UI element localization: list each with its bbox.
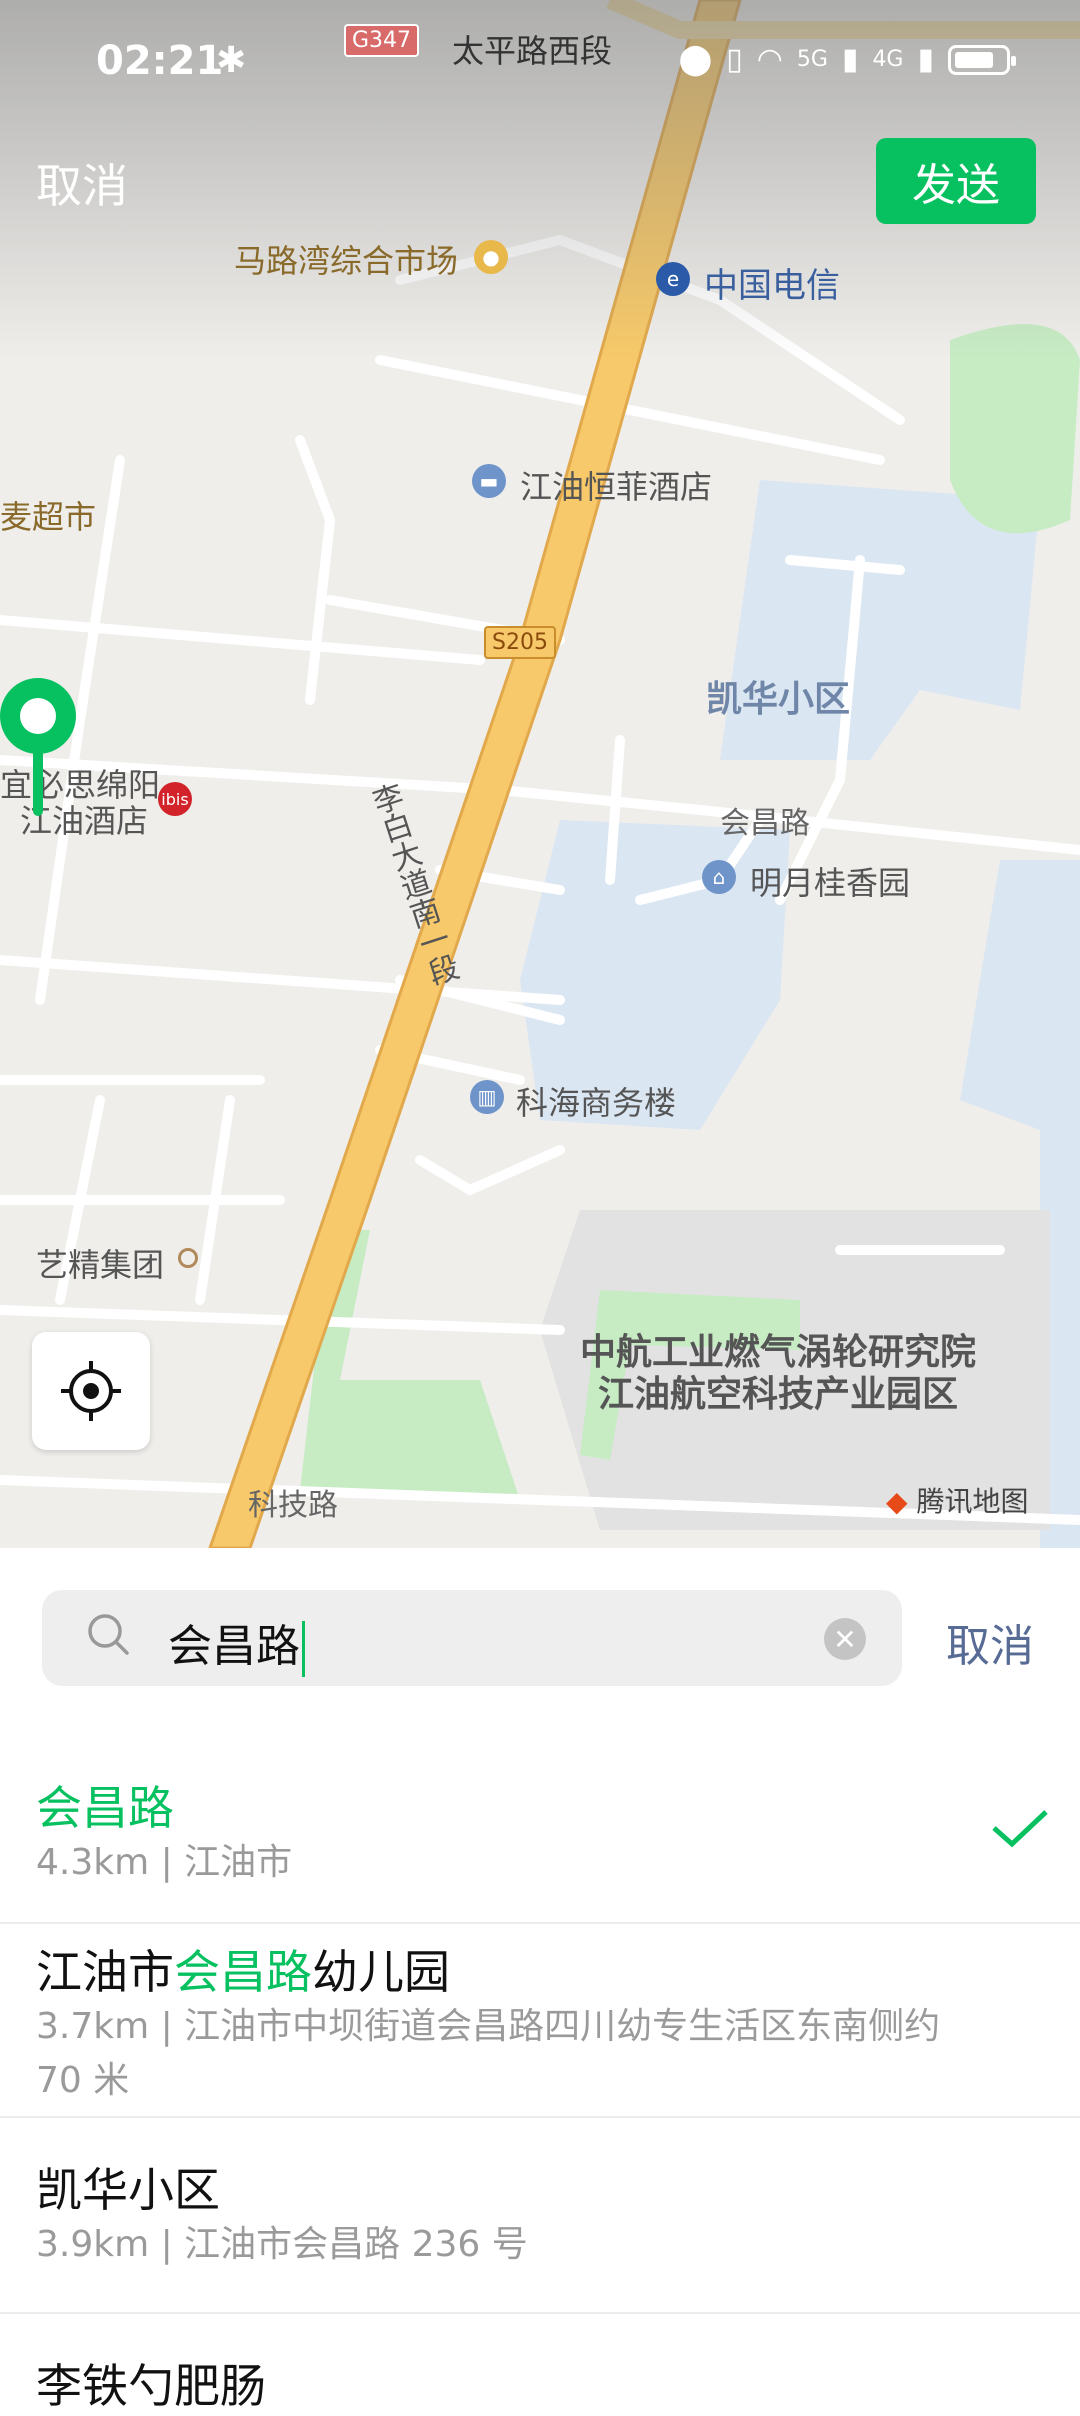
poi-avic-line2: 江油航空科技产业园区 [598, 1374, 959, 1415]
market-icon: ● [474, 240, 508, 274]
search-bar[interactable]: 会昌路 ✕ [42, 1590, 902, 1686]
poi-supermarket: 麦超市 [0, 498, 97, 536]
district-kaihua: 凯华小区 [706, 679, 851, 720]
vibrate-icon: ▯ [726, 42, 743, 77]
poi-china-telecom: 中国电信 [704, 266, 840, 306]
result-title-pre: 凯华小区 [36, 2163, 220, 2217]
result-title: 会昌路 [36, 1772, 174, 1838]
send-button[interactable]: 发送 [876, 138, 1036, 224]
road-label-keji: 科技路 [248, 1488, 338, 1523]
poi-yijing: 艺精集团 [36, 1246, 165, 1284]
road-label-huichang: 会昌路 [720, 806, 810, 841]
header-cancel-button[interactable]: 取消 [36, 150, 128, 216]
result-subtitle: 3.9km | 江油市会昌路 236 号 [36, 2224, 528, 2265]
result-subtitle: 3.7km | 江油市中坝街道会昌路四川幼专生活区东南侧约 70 米 [36, 2006, 941, 2101]
road-shield-s205: S205 [484, 626, 556, 659]
telecom-icon: e [656, 262, 690, 296]
search-input[interactable]: 会昌路 [168, 1610, 305, 1677]
status-bar: 02:21 ✱ ⬤ ▯ ◠ 5G ▮ 4G ▮ [0, 38, 1080, 98]
hotel-icon: ▬ [472, 464, 506, 498]
selected-check-icon [992, 1810, 1048, 1848]
search-cancel-button[interactable]: 取消 [946, 1610, 1034, 1674]
ibis-logo-icon: ibis [158, 782, 192, 816]
map-view[interactable]: G347 太平路西段 马路湾综合市场 ● e 中国电信 麦超市 ▬ 江油恒菲酒店… [0, 0, 1080, 1548]
poi-malu-market: 马路湾综合市场 [234, 242, 459, 280]
location-status-icon: ⬤ [678, 42, 713, 77]
signal-bars-icon: ▮ [841, 42, 859, 77]
battery-icon [948, 44, 1016, 75]
signal-bars-2-icon: ▮ [917, 42, 934, 77]
locate-me-button[interactable] [32, 1332, 150, 1450]
office-icon: ▥ [470, 1080, 504, 1114]
divider [0, 1922, 1080, 1924]
result-title-post: 幼儿园 [312, 1945, 450, 1999]
crosshair-icon [61, 1361, 121, 1421]
tencent-map-logo-icon: ◆ [886, 1485, 908, 1518]
wifi-icon: ◠ [756, 42, 783, 77]
poi-avic-line1: 中航工业燃气涡轮研究院 [580, 1332, 977, 1373]
result-title: 李铁勺肥肠 [36, 2350, 266, 2416]
residence-icon: ⌂ [702, 860, 736, 894]
signal-5g-icon: 5G [796, 47, 828, 72]
result-title-highlight: 会昌路 [36, 1781, 174, 1835]
text-caret [302, 1621, 305, 1677]
map-provider-logo: ◆ 腾讯地图 [886, 1480, 1028, 1520]
divider [0, 2116, 1080, 2118]
divider [0, 2312, 1080, 2314]
bluetooth-icon: ✱ [216, 40, 247, 81]
status-time: 02:21 [96, 38, 224, 84]
poi-hengfei-hotel: 江油恒菲酒店 [520, 468, 713, 506]
search-icon [88, 1614, 129, 1655]
result-title: 江油市会昌路幼儿园 [36, 1936, 450, 2002]
result-title: 凯华小区 [36, 2154, 220, 2220]
poi-kehai: 科海商务楼 [516, 1084, 677, 1122]
poi-mingyue: 明月桂香园 [750, 864, 911, 902]
location-pin-stem [33, 740, 43, 816]
result-title-pre: 李铁勺肥肠 [36, 2359, 266, 2413]
result-subtitle: 4.3km | 江油市 [36, 1842, 293, 1883]
result-title-highlight: 会昌路 [174, 1945, 312, 1999]
search-query: 会昌路 [168, 1621, 300, 1672]
clear-search-icon[interactable]: ✕ [824, 1618, 866, 1660]
signal-4g-icon: 4G [872, 47, 904, 72]
map-provider-label: 腾讯地图 [916, 1485, 1029, 1518]
result-title-pre: 江油市 [36, 1945, 174, 1999]
yijing-dot-icon [178, 1248, 198, 1268]
